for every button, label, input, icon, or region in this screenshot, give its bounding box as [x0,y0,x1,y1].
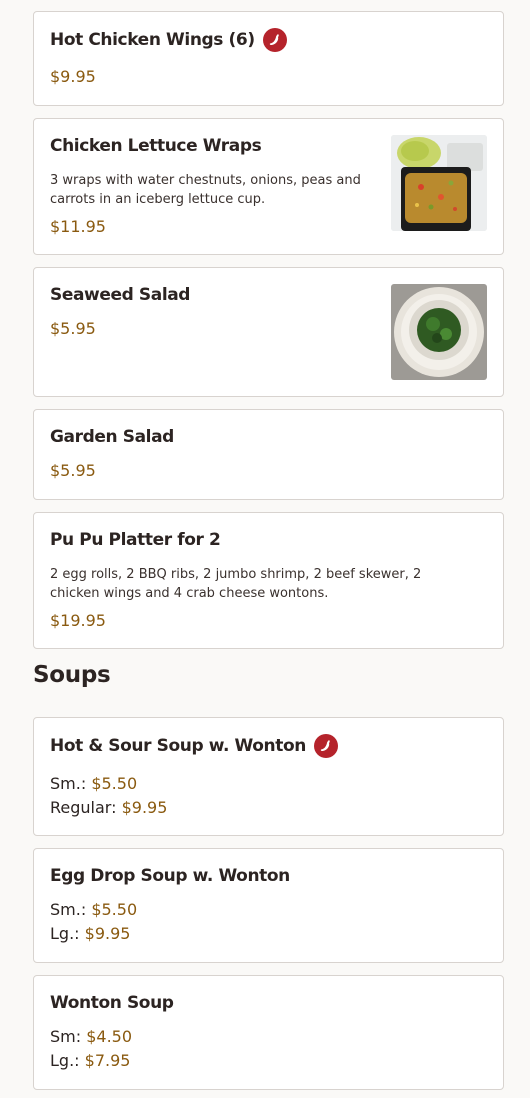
size-price: $7.95 [84,1051,131,1070]
chili-pepper-icon [262,28,287,52]
size-label: Sm: [50,1027,82,1046]
size-price-row: Lg.: $9.95 [50,922,487,946]
size-label: Sm.: [50,900,87,919]
item-name-row: Hot Chicken Wings (6) [50,28,487,52]
size-price-list: Sm: $4.50 Lg.: $7.95 [50,1025,487,1073]
menu-item-card[interactable]: Pu Pu Platter for 2 2 egg rolls, 2 BBQ r… [33,512,504,649]
menu-item-card[interactable]: Chicken Lettuce Wraps 3 wraps with water… [33,118,504,255]
size-price: $4.50 [86,1027,133,1046]
item-price: $19.95 [50,611,106,630]
item-description: 2 egg rolls, 2 BBQ ribs, 2 jumbo shrimp,… [50,567,422,601]
size-price: $5.50 [91,900,138,919]
item-photo [391,284,487,380]
item-photo [391,135,487,231]
size-price-list: Sm.: $5.50 Lg.: $9.95 [50,898,487,946]
size-price: $9.95 [121,798,168,817]
item-name: Hot & Sour Soup w. Wonton [50,736,306,756]
menu-item-card[interactable]: Hot & Sour Soup w. Wonton Sm.: $5.50 Reg… [33,717,504,836]
item-name: Pu Pu Platter for 2 [50,530,221,550]
item-price: $9.95 [50,67,96,86]
size-price-list: Sm.: $5.50 Regular: $9.95 [50,772,487,820]
menu-item-card[interactable]: Hot Chicken Wings (6) $9.95 [33,11,504,106]
size-price-row: Sm.: $5.50 [50,772,487,796]
item-name-row: Hot & Sour Soup w. Wonton [50,734,487,758]
section-title: Soups [33,662,111,688]
size-label: Regular: [50,798,117,817]
size-label: Sm.: [50,774,87,793]
size-price: $5.50 [91,774,138,793]
menu-item-card[interactable]: Seaweed Salad $5.95 [33,267,504,397]
chili-pepper-icon [313,734,338,758]
size-price-row: Regular: $9.95 [50,796,487,820]
size-price-row: Sm.: $5.50 [50,898,487,922]
menu-item-card[interactable]: Egg Drop Soup w. Wonton Sm.: $5.50 Lg.: … [33,848,504,963]
item-name: Hot Chicken Wings (6) [50,30,255,50]
size-price: $9.95 [84,924,131,943]
item-name: Egg Drop Soup w. Wonton [50,866,290,886]
size-price-row: Sm: $4.50 [50,1025,487,1049]
item-name: Wonton Soup [50,993,174,1013]
item-description: 3 wraps with water chestnuts, onions, pe… [50,173,361,207]
size-label: Lg.: [50,924,80,943]
menu-item-card[interactable]: Wonton Soup Sm: $4.50 Lg.: $7.95 [33,975,504,1090]
size-price-row: Lg.: $7.95 [50,1049,487,1073]
item-name: Garden Salad [50,427,174,447]
item-price: $5.95 [50,461,96,480]
size-label: Lg.: [50,1051,80,1070]
menu-item-card[interactable]: Garden Salad $5.95 [33,409,504,500]
